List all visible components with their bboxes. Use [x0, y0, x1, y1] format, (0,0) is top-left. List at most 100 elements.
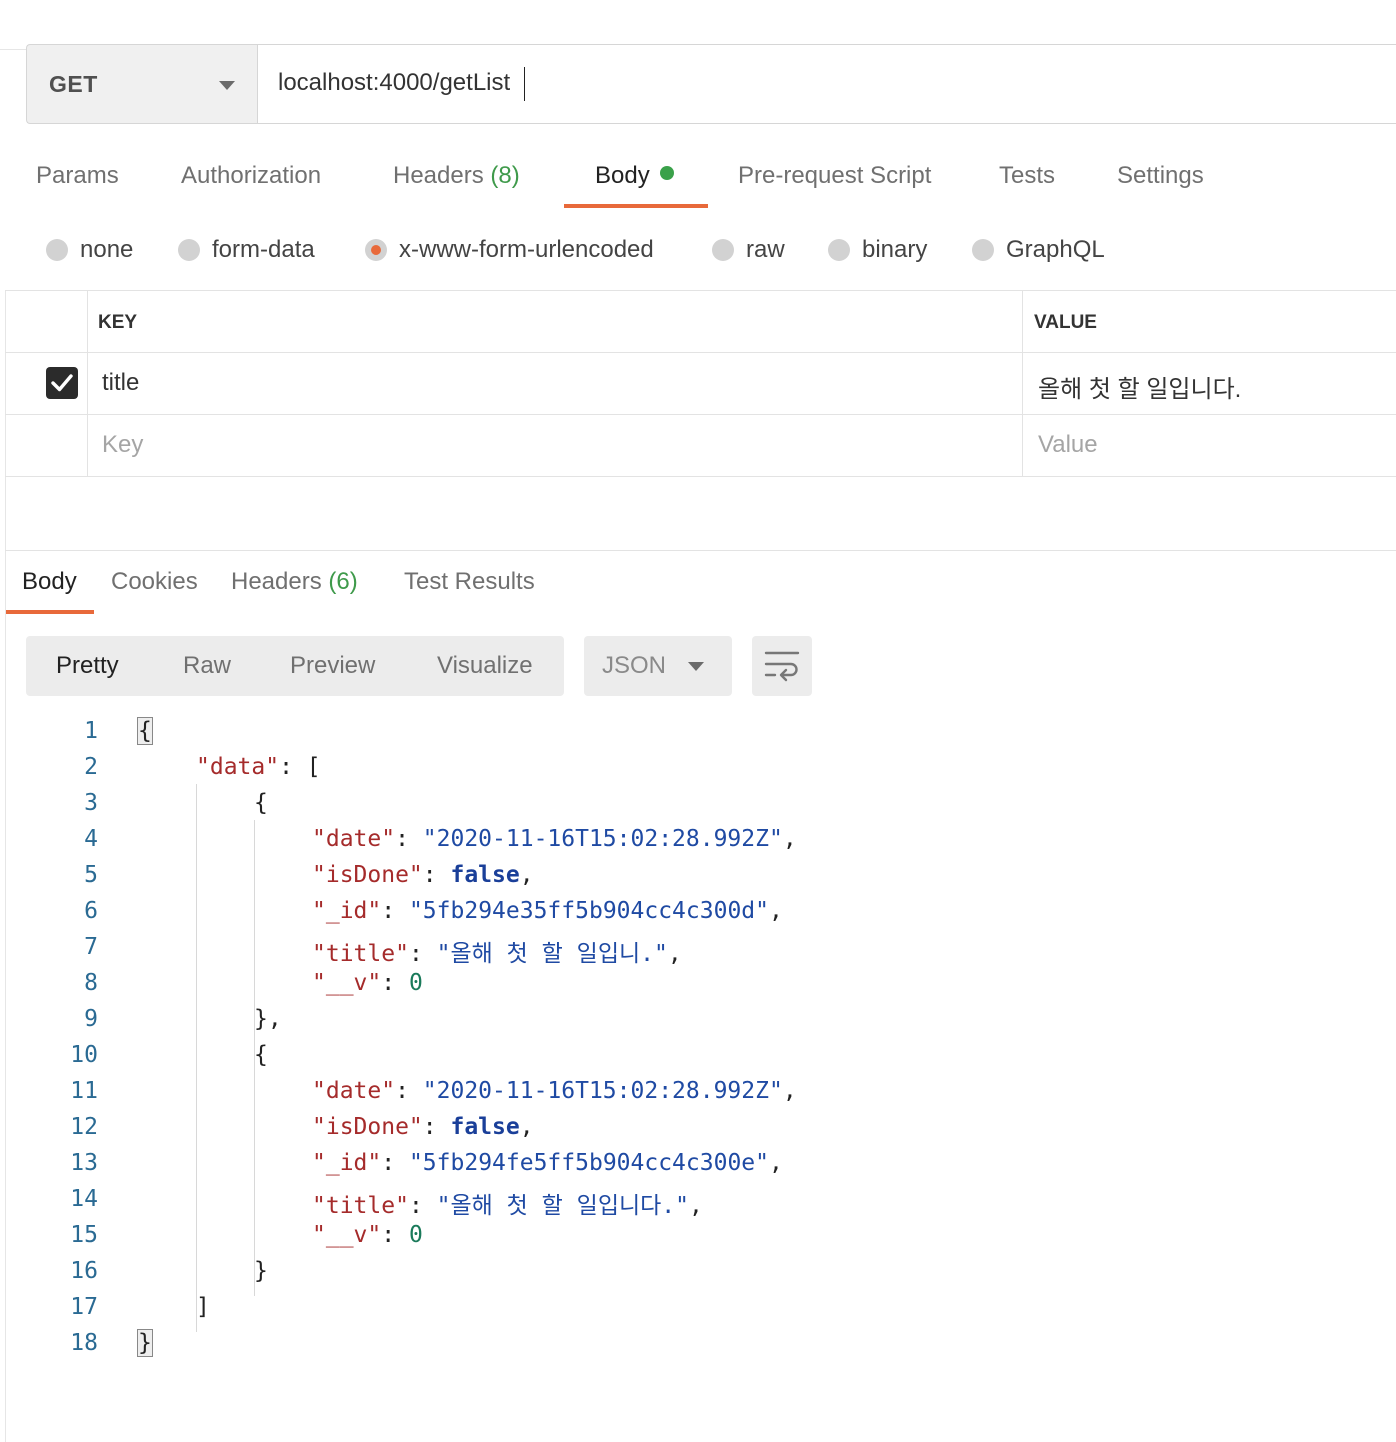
radio-graphql[interactable]: GraphQL	[972, 236, 1105, 264]
radio-form-data[interactable]: form-data	[178, 236, 315, 264]
line-number: 12	[70, 1114, 98, 1140]
code-line: "__v": 0	[312, 1222, 423, 1248]
line-number: 13	[70, 1150, 98, 1176]
line-number: 7	[84, 934, 98, 960]
indent-guide	[254, 856, 255, 1008]
param-key-cell[interactable]: title	[102, 369, 139, 397]
param-value-cell[interactable]: 올해 첫 할 일입니다.	[1038, 369, 1241, 404]
new-value-input[interactable]: Value	[1038, 431, 1098, 459]
row-checkbox[interactable]	[46, 367, 78, 399]
tab-tests[interactable]: Tests	[999, 162, 1055, 190]
chevron-down-icon	[219, 81, 235, 90]
wrap-lines-button[interactable]	[752, 636, 812, 696]
code-line: "isDone": false,	[312, 862, 534, 888]
line-number: 6	[84, 898, 98, 924]
code-line: ]	[196, 1294, 210, 1320]
code-line: }	[137, 1329, 153, 1357]
response-tab-body[interactable]: Body	[22, 568, 77, 596]
chevron-down-icon	[688, 662, 704, 671]
code-line: },	[254, 1006, 282, 1032]
view-pretty-button[interactable]: Pretty	[56, 652, 119, 680]
line-number: 8	[84, 970, 98, 996]
line-number: 16	[70, 1258, 98, 1284]
code-line: "date": "2020-11-16T15:02:28.992Z",	[312, 1078, 797, 1104]
divider	[5, 476, 1396, 477]
line-number: 1	[84, 718, 98, 744]
format-label: JSON	[602, 652, 667, 679]
response-tab-headers[interactable]: Headers (6)	[231, 568, 358, 596]
code-line: "title": "올해 첫 할 일입니다.",	[312, 1193, 703, 1219]
active-tab-indicator	[564, 204, 708, 208]
headers-count: (6)	[328, 568, 358, 595]
response-tab-cookies[interactable]: Cookies	[111, 568, 198, 596]
line-number: 3	[84, 790, 98, 816]
divider	[1022, 290, 1023, 477]
divider	[5, 414, 1396, 415]
code-line: "title": "올해 첫 할 일입니.",	[312, 941, 682, 967]
method-select[interactable]: GET	[26, 44, 257, 124]
code-line: {	[254, 790, 268, 816]
line-number: 11	[70, 1078, 98, 1104]
radio-none[interactable]: none	[46, 236, 133, 264]
line-number: 5	[84, 862, 98, 888]
response-tab-test-results[interactable]: Test Results	[404, 568, 535, 596]
code-line: "isDone": false,	[312, 1114, 534, 1140]
column-header-key: KEY	[98, 312, 138, 333]
wrap-lines-icon	[764, 651, 800, 682]
code-line: {	[137, 717, 153, 745]
tab-params[interactable]: Params	[36, 162, 119, 190]
status-dot-icon	[659, 166, 674, 180]
radio-circle-icon	[178, 239, 200, 261]
line-number: 17	[70, 1294, 98, 1320]
code-line: "data": [	[196, 754, 321, 780]
radio-circle-icon	[828, 239, 850, 261]
tab-pre-request-script[interactable]: Pre-request Script	[738, 162, 931, 190]
view-raw-button[interactable]: Raw	[183, 652, 231, 680]
url-input[interactable]: localhost:4000/getList	[257, 44, 1396, 124]
code-line: }	[254, 1258, 268, 1284]
format-select[interactable]: JSON	[584, 636, 732, 696]
divider	[0, 49, 26, 50]
radio-selected-icon	[365, 239, 387, 261]
check-icon	[51, 374, 73, 392]
tab-headers[interactable]: Headers (8)	[393, 162, 520, 190]
line-number: 10	[70, 1042, 98, 1068]
response-body-viewer[interactable]: 1 {2 "data": [3 {4 "date": "2020-11-16T15:02…	[0, 716, 1396, 1376]
radio-circle-icon	[712, 239, 734, 261]
request-url-bar: GET localhost:4000/getList	[26, 44, 1396, 124]
radio-x-www-form-urlencoded[interactable]: x-www-form-urlencoded	[365, 236, 654, 264]
line-number: 15	[70, 1222, 98, 1248]
divider	[87, 290, 88, 477]
new-key-input[interactable]: Key	[102, 431, 143, 459]
indent-guide	[196, 784, 197, 1332]
code-line: {	[254, 1042, 268, 1068]
column-header-value: VALUE	[1034, 312, 1097, 333]
view-preview-button[interactable]: Preview	[290, 652, 375, 680]
radio-raw[interactable]: raw	[712, 236, 785, 264]
divider	[5, 352, 1396, 353]
view-visualize-button[interactable]: Visualize	[437, 652, 533, 680]
code-line: "date": "2020-11-16T15:02:28.992Z",	[312, 826, 797, 852]
radio-circle-icon	[972, 239, 994, 261]
line-number: 4	[84, 826, 98, 852]
radio-circle-icon	[46, 239, 68, 261]
url-text: localhost:4000/getList	[278, 69, 511, 96]
method-label: GET	[49, 71, 98, 97]
line-number: 9	[84, 1006, 98, 1032]
line-number: 14	[70, 1186, 98, 1212]
active-tab-indicator	[6, 610, 94, 614]
tab-settings[interactable]: Settings	[1117, 162, 1204, 190]
tab-body[interactable]: Body	[595, 162, 674, 190]
line-number: 18	[70, 1330, 98, 1356]
radio-binary[interactable]: binary	[828, 236, 927, 264]
tab-authorization[interactable]: Authorization	[181, 162, 321, 190]
indent-guide	[254, 1144, 255, 1260]
code-line: "__v": 0	[312, 970, 423, 996]
headers-count: (8)	[490, 162, 520, 189]
divider	[5, 550, 1396, 551]
divider	[5, 290, 1396, 291]
code-line: "_id": "5fb294fe5ff5b904cc4c300e",	[312, 1150, 783, 1176]
text-cursor	[524, 67, 525, 101]
code-line: "_id": "5fb294e35ff5b904cc4c300d",	[312, 898, 783, 924]
view-mode-group: Pretty Raw Preview Visualize	[26, 636, 564, 696]
